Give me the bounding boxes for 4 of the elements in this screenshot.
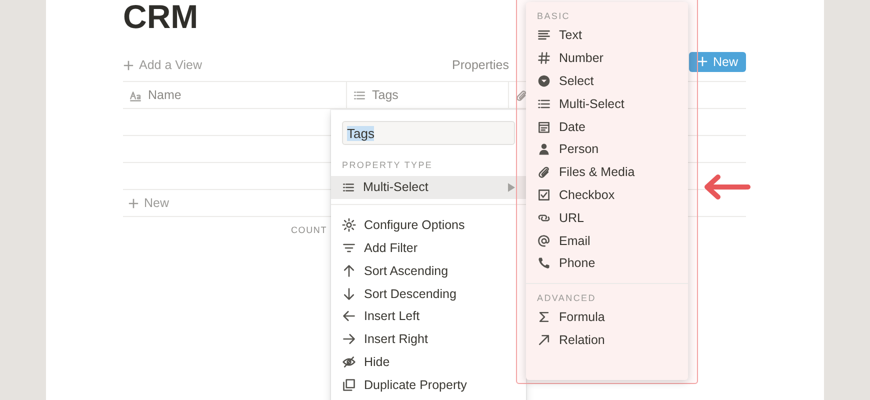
section-heading: BASIC <box>536 10 572 23</box>
page-title: CRM <box>123 0 198 34</box>
section-heading: PROPERTY TYPE <box>341 159 434 172</box>
section-heading: ADVANCED <box>536 292 597 305</box>
